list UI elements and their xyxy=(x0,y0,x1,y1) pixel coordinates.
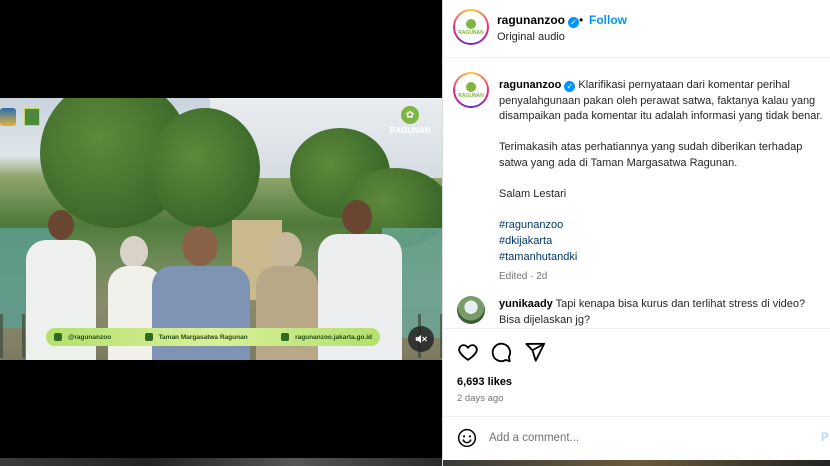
comment-input[interactable] xyxy=(489,427,799,449)
caption-line: disampaikan pada komentar itu adalah inf… xyxy=(499,110,823,123)
video-bottom-strip xyxy=(0,458,442,466)
likes-count[interactable]: 6,693 likes xyxy=(457,376,512,388)
verified-badge-icon: ✓ xyxy=(568,17,579,28)
original-audio-link[interactable]: Original audio xyxy=(497,31,565,43)
social-icons xyxy=(144,333,153,341)
globe-icon xyxy=(281,333,290,341)
commenter-username[interactable]: yunikaady xyxy=(499,298,553,310)
video-pane[interactable]: ✿ RAGUNAN @ragunanzoo Taman Margasatwa R… xyxy=(0,0,442,466)
hashtag-link[interactable]: #tamanhutandki xyxy=(499,250,830,266)
share-icon[interactable] xyxy=(524,341,546,363)
heart-icon[interactable] xyxy=(457,341,479,363)
hashtag-link[interactable]: #ragunanzoo xyxy=(499,218,830,234)
lower-third-park-name: Taman Margasatwa Ragunan xyxy=(158,333,248,341)
avatar-text: RAGUNAN xyxy=(458,92,484,99)
video-logo-text: RAGUNAN xyxy=(389,126,431,135)
post-comment-button[interactable]: P xyxy=(821,432,829,444)
speaker-muted-icon xyxy=(415,334,427,344)
comment-icon[interactable] xyxy=(490,341,512,363)
instagram-icon xyxy=(54,333,62,341)
video-watermark-logo: ✿ RAGUNAN xyxy=(388,106,432,135)
follow-button[interactable]: Follow xyxy=(589,13,627,27)
caption-line: Terimakasih atas perhatiannya yang sudah… xyxy=(499,141,803,154)
caption-line: Salam Lestari xyxy=(499,188,567,201)
ragunan-leaf-icon xyxy=(466,18,476,29)
jakarta-emblem-icon xyxy=(0,108,16,126)
video-frame[interactable]: ✿ RAGUNAN @ragunanzoo Taman Margasatwa R… xyxy=(0,98,442,360)
caption-author-avatar[interactable]: RAGUNAN xyxy=(453,72,489,108)
emoji-icon[interactable] xyxy=(457,428,477,448)
ragunan-leaf-icon xyxy=(466,81,476,92)
add-comment-bar: P xyxy=(443,416,830,460)
panel-bottom-strip xyxy=(443,460,830,466)
hashtag-link[interactable]: #dkijakarta xyxy=(499,234,830,250)
post-caption: ragunanzoo ✓ Klarifikasi pernyataan dari … xyxy=(499,78,830,285)
mute-button[interactable] xyxy=(408,326,434,352)
commenter-avatar[interactable] xyxy=(457,296,485,324)
avatar-text: RAGUNAN xyxy=(458,29,484,36)
caption-line: Klarifikasi pernyataan dari komentar per… xyxy=(575,79,790,91)
video-partner-badges xyxy=(0,108,40,126)
comment-text: yunikaady Tapi kenapa bisa kurus dan ter… xyxy=(499,297,829,328)
ragunan-leaf-icon: ✿ xyxy=(401,106,419,124)
author-username[interactable]: ragunanzoo ✓ xyxy=(497,13,579,28)
caption-line: penyalahgunaan pakan oleh perawat satwa,… xyxy=(499,94,816,107)
verified-badge-icon: ✓ xyxy=(564,81,576,92)
edited-timestamp: Edited · 2d xyxy=(499,271,548,283)
comment-line: Tapi kenapa bisa kurus dan terlihat stre… xyxy=(552,298,806,310)
video-lower-third: @ragunanzoo Taman Margasatwa Ragunan rag… xyxy=(46,328,380,346)
post-panel: RAGUNAN ragunanzoo ✓ • Follow Original au… xyxy=(442,0,830,466)
caption-line: satwa yang ada di Taman Margasatwa Ragun… xyxy=(499,156,738,169)
park-emblem-icon xyxy=(24,108,40,126)
post-header: RAGUNAN ragunanzoo ✓ • Follow Original au… xyxy=(443,0,830,58)
lower-third-handle: @ragunanzoo xyxy=(68,333,112,341)
video-tree xyxy=(150,108,260,228)
caption-username[interactable]: ragunanzoo xyxy=(499,79,561,91)
separator-dot: • xyxy=(579,13,584,27)
action-bar: 6,693 likes 2 days ago xyxy=(443,328,830,416)
author-avatar[interactable]: RAGUNAN xyxy=(453,9,489,45)
comment-line: Bisa dijelaskan jg? xyxy=(499,313,591,326)
caption-block: RAGUNAN ragunanzoo ✓ Klarifikasi pernyata… xyxy=(443,58,830,292)
lower-third-website: ragunanzoo.jakarta.go.id xyxy=(295,333,372,341)
comment-item: yunikaady Tapi kenapa bisa kurus dan ter… xyxy=(443,292,830,328)
author-username-text[interactable]: ragunanzoo xyxy=(497,13,565,27)
post-time: 2 days ago xyxy=(457,393,504,404)
